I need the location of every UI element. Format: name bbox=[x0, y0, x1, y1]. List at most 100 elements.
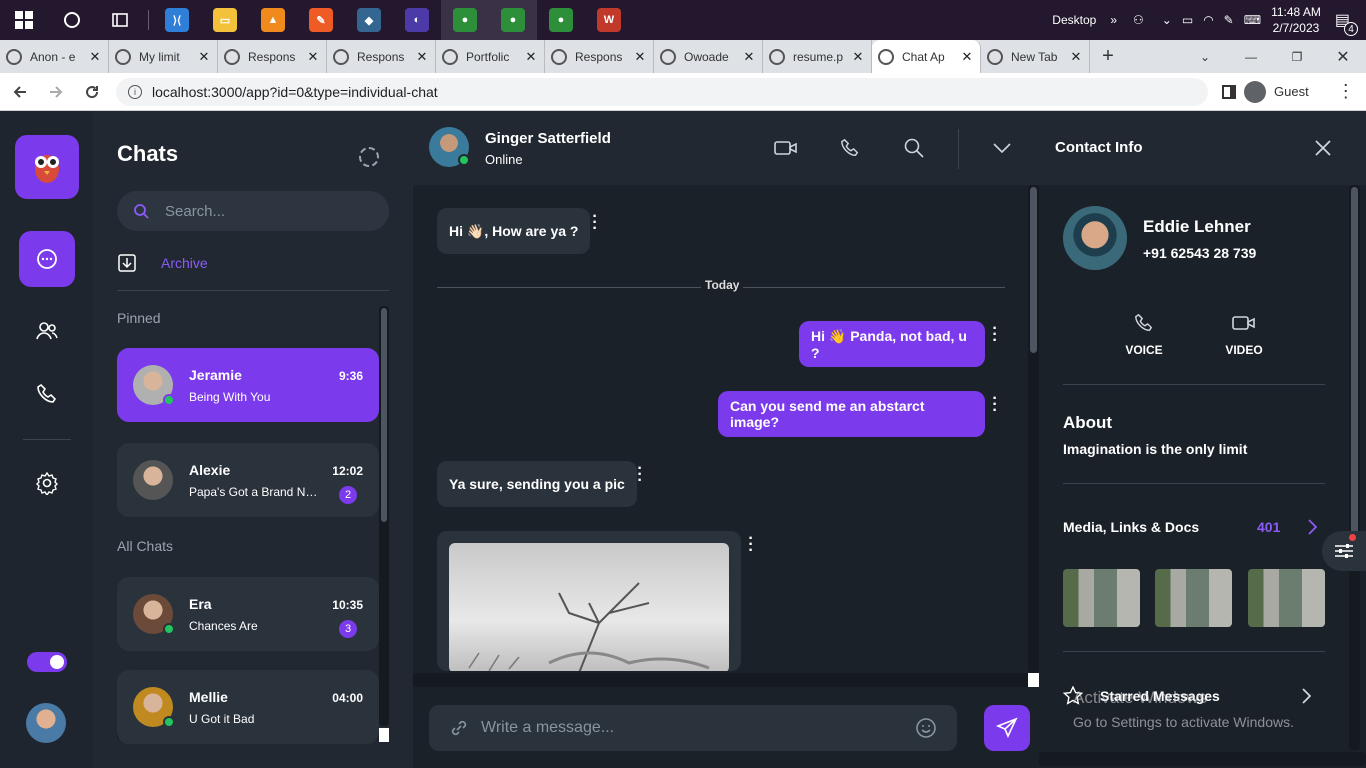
chat-list-item[interactable]: Era Chances Are 10:35 3 bbox=[117, 577, 379, 651]
media-thumbnail[interactable] bbox=[1155, 569, 1232, 627]
chevron-right-icon[interactable] bbox=[1307, 519, 1317, 535]
url-bar[interactable]: i localhost:3000/app?id=0&type=individua… bbox=[116, 77, 1208, 106]
contact-name[interactable]: Ginger Satterfield bbox=[485, 130, 611, 147]
media-thumbnail[interactable] bbox=[1063, 569, 1140, 627]
info-scrollbar[interactable] bbox=[1349, 185, 1360, 750]
archive-row[interactable]: Archive bbox=[117, 253, 208, 273]
taskbar-app[interactable]: ▭ bbox=[201, 0, 249, 40]
browser-tab[interactable]: My limit ✕ bbox=[109, 40, 218, 73]
emoji-icon[interactable] bbox=[915, 717, 937, 739]
tab-close-icon[interactable]: ✕ bbox=[415, 49, 429, 65]
messages-scrollbar[interactable] bbox=[1028, 185, 1039, 673]
browser-tab[interactable]: Respons ✕ bbox=[545, 40, 654, 73]
tab-close-icon[interactable]: ✕ bbox=[197, 49, 211, 65]
media-thumbnail[interactable] bbox=[1248, 569, 1325, 627]
send-button[interactable] bbox=[984, 705, 1030, 751]
desktop-label[interactable]: Desktop bbox=[1052, 13, 1096, 27]
new-chat-dashed-circle-icon[interactable] bbox=[359, 147, 379, 167]
taskbar-app[interactable]: ⟩⟨ bbox=[153, 0, 201, 40]
browser-tab[interactable]: Anon - e ✕ bbox=[0, 40, 109, 73]
taskbar-app[interactable]: ● bbox=[489, 0, 537, 40]
tab-close-icon[interactable]: ✕ bbox=[851, 49, 865, 65]
chat-list-scrollbar[interactable] bbox=[379, 306, 389, 726]
wifi-icon[interactable]: ◠ bbox=[1203, 13, 1213, 27]
taskbar-app[interactable]: ▲ bbox=[249, 0, 297, 40]
tab-close-icon[interactable]: ✕ bbox=[960, 49, 974, 65]
chat-list-item[interactable]: Alexie Papa's Got a Brand New Pig Bag 12:0… bbox=[117, 443, 379, 517]
people-icon[interactable]: ⚇ bbox=[1133, 13, 1144, 27]
abstract-image[interactable] bbox=[449, 543, 729, 671]
messages-hscrollbar[interactable] bbox=[413, 673, 1039, 687]
info-icon[interactable]: i bbox=[128, 84, 142, 99]
groups-nav-button[interactable] bbox=[19, 303, 75, 359]
tab-close-icon[interactable]: ✕ bbox=[1069, 49, 1083, 65]
calls-nav-button[interactable] bbox=[19, 366, 75, 422]
search-input[interactable]: Search... bbox=[165, 203, 225, 220]
message-menu-icon[interactable]: · · · bbox=[592, 209, 598, 237]
media-count[interactable]: 401 bbox=[1257, 519, 1280, 535]
tab-close-icon[interactable]: ✕ bbox=[88, 49, 102, 65]
message-composer[interactable]: Write a message... bbox=[429, 705, 957, 751]
back-arrow-icon[interactable] bbox=[4, 76, 36, 108]
taskbar-app[interactable]: ◆ bbox=[345, 0, 393, 40]
message-menu-icon[interactable]: · · · bbox=[992, 391, 998, 419]
minimize-button[interactable]: — bbox=[1228, 50, 1274, 64]
chats-nav-button[interactable] bbox=[19, 231, 75, 287]
chevron-down-icon[interactable] bbox=[990, 136, 1014, 160]
chat-list-item[interactable]: Mellie U Got it Bad 04:00 bbox=[117, 670, 379, 744]
browser-tab[interactable]: Chat Ap ✕ bbox=[872, 40, 981, 73]
tray-chevron-icon[interactable]: ⌄ bbox=[1162, 13, 1172, 27]
new-tab-button[interactable]: + bbox=[1090, 40, 1126, 73]
browser-tab[interactable]: Portfolic ✕ bbox=[436, 40, 545, 73]
clock[interactable]: 11:48 AM 2/7/2023 bbox=[1271, 4, 1321, 36]
search-messages-icon[interactable] bbox=[902, 136, 926, 160]
user-avatar[interactable] bbox=[26, 703, 66, 743]
scrollbar-thumb[interactable] bbox=[1030, 187, 1037, 353]
close-window-button[interactable]: ✕ bbox=[1320, 47, 1366, 67]
close-icon[interactable] bbox=[1315, 140, 1331, 156]
message-bubble[interactable]: Hi 👋 Panda, not bad, u ? bbox=[799, 321, 985, 367]
message-bubble[interactable]: Can you send me an abstarct image? bbox=[718, 391, 985, 437]
tab-close-icon[interactable]: ✕ bbox=[633, 49, 647, 65]
side-panel-icon[interactable] bbox=[1222, 84, 1236, 99]
browser-tab[interactable]: resume.p ✕ bbox=[763, 40, 872, 73]
chat-list-item[interactable]: Jeramie Being With You 9:36 bbox=[117, 348, 379, 422]
scrollbar-thumb[interactable] bbox=[381, 308, 387, 522]
tab-close-icon[interactable]: ✕ bbox=[524, 49, 538, 65]
info-hscrollbar[interactable] bbox=[1039, 752, 1366, 766]
message-bubble[interactable]: Hi 👋🏻, How are ya ? bbox=[437, 208, 591, 254]
reload-icon[interactable] bbox=[76, 76, 108, 108]
keyboard-icon[interactable]: ⌨ bbox=[1244, 13, 1261, 27]
voice-call-icon[interactable] bbox=[838, 136, 862, 160]
browser-tab[interactable]: Respons ✕ bbox=[327, 40, 436, 73]
message-menu-icon[interactable]: · · · bbox=[992, 321, 998, 349]
app-logo[interactable] bbox=[15, 135, 79, 199]
message-input[interactable]: Write a message... bbox=[481, 719, 614, 737]
message-bubble[interactable]: Ya sure, sending you a pic bbox=[437, 461, 637, 507]
attach-link-icon[interactable] bbox=[449, 718, 469, 738]
pen-icon[interactable]: ✎ bbox=[1224, 13, 1234, 27]
video-action[interactable]: VIDEO bbox=[1214, 303, 1274, 357]
media-title[interactable]: Media, Links & Docs bbox=[1063, 519, 1199, 535]
message-menu-icon[interactable]: · · · bbox=[637, 461, 643, 489]
contact-info-avatar[interactable] bbox=[1063, 206, 1127, 270]
browser-tab[interactable]: New Tab ✕ bbox=[981, 40, 1090, 73]
chevron-right-icon[interactable] bbox=[1301, 688, 1311, 704]
taskbar-app[interactable]: ● bbox=[441, 0, 489, 40]
tab-close-icon[interactable]: ✕ bbox=[306, 49, 320, 65]
profile-button[interactable]: Guest bbox=[1244, 80, 1309, 103]
taskbar-app[interactable]: ◐ bbox=[393, 0, 441, 40]
tab-search-icon[interactable]: ⌄ bbox=[1182, 50, 1228, 64]
browser-tab[interactable]: Owoade ✕ bbox=[654, 40, 763, 73]
settings-nav-button[interactable] bbox=[19, 455, 75, 511]
browser-tab[interactable]: Respons ✕ bbox=[218, 40, 327, 73]
battery-icon[interactable]: ▭ bbox=[1182, 13, 1193, 27]
starred-messages-title[interactable]: Starred Messages bbox=[1100, 688, 1220, 704]
forward-arrow-icon[interactable] bbox=[40, 76, 72, 108]
tab-close-icon[interactable]: ✕ bbox=[742, 49, 756, 65]
chevron-more-icon[interactable]: » bbox=[1110, 13, 1117, 27]
windows-start-icon[interactable] bbox=[0, 0, 48, 40]
taskbar-app[interactable]: W bbox=[585, 0, 633, 40]
taskbar-app[interactable]: ✎ bbox=[297, 0, 345, 40]
search-circle-icon[interactable] bbox=[48, 0, 96, 40]
